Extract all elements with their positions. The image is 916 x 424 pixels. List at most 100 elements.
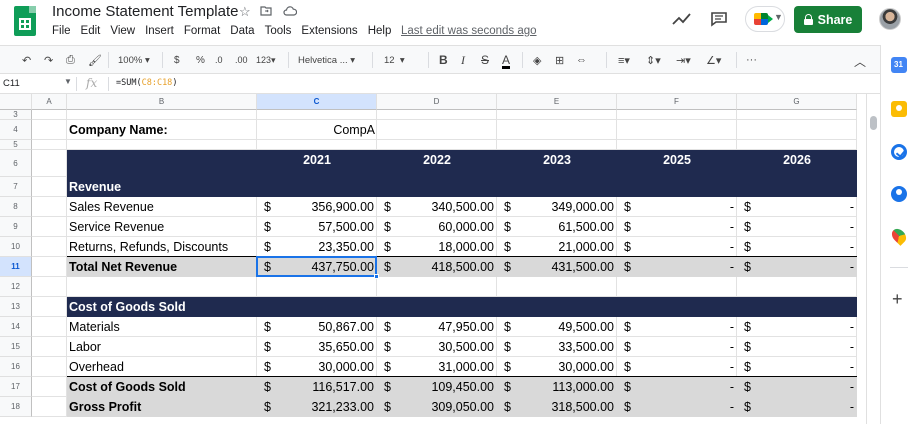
selected-cell[interactable]	[256, 256, 377, 277]
grid-cell[interactable]	[32, 177, 67, 197]
bold-button[interactable]: B	[439, 53, 448, 67]
grid-cell[interactable]	[32, 150, 67, 177]
text-wrap-icon[interactable]: ⇥▾	[676, 53, 691, 67]
grid-cell[interactable]	[497, 110, 617, 120]
grid-cell[interactable]	[377, 277, 497, 297]
fill-handle[interactable]	[374, 274, 379, 279]
grid-cell[interactable]	[32, 317, 67, 337]
calendar-icon[interactable]	[891, 57, 907, 73]
borders-icon[interactable]: ⊞	[555, 53, 564, 67]
grid-cell[interactable]	[377, 120, 497, 140]
grid-cell[interactable]	[257, 140, 377, 150]
grid-cell[interactable]	[32, 217, 67, 237]
row-header-18[interactable]: 18	[0, 397, 32, 417]
grid-cell[interactable]	[737, 120, 857, 140]
row-header-7[interactable]: 7	[0, 177, 32, 197]
grid-cell[interactable]	[497, 120, 617, 140]
menu-extensions[interactable]: Extensions	[301, 25, 357, 37]
grid-cell[interactable]	[32, 277, 67, 297]
menu-tools[interactable]: Tools	[265, 25, 292, 37]
row-header-14[interactable]: 14	[0, 317, 32, 337]
row-header-10[interactable]: 10	[0, 237, 32, 257]
row-header-12[interactable]: 12	[0, 277, 32, 297]
italic-button[interactable]: I	[461, 53, 465, 67]
column-header-g[interactable]: G	[737, 94, 857, 110]
formula-input[interactable]: =SUM(C8:C18)	[116, 78, 177, 88]
grid-cell[interactable]	[67, 110, 257, 120]
meet-button[interactable]: ▼	[745, 6, 785, 32]
currency-format-button[interactable]: $	[174, 53, 180, 67]
keep-icon[interactable]	[891, 101, 907, 117]
menu-format[interactable]: Format	[184, 25, 220, 37]
text-rotation-icon[interactable]: ∠▾	[706, 53, 721, 67]
name-box[interactable]: C11	[3, 78, 20, 89]
column-header-e[interactable]: E	[497, 94, 617, 110]
grid-cell[interactable]	[377, 110, 497, 120]
font-family-select[interactable]: Helvetica ... ▾	[298, 53, 355, 67]
vertical-scrollbar[interactable]	[866, 94, 880, 424]
more-formats-button[interactable]: 123 ▾	[256, 53, 276, 67]
row-header-5[interactable]: 5	[0, 140, 32, 150]
row-header-16[interactable]: 16	[0, 357, 32, 377]
row-header-13[interactable]: 13	[0, 297, 32, 317]
row-header-9[interactable]: 9	[0, 217, 32, 237]
grid-cell[interactable]	[32, 377, 67, 397]
column-header-b[interactable]: B	[67, 94, 257, 110]
grid-cell[interactable]	[617, 120, 737, 140]
grid-cell[interactable]	[617, 110, 737, 120]
grid-cell[interactable]	[737, 140, 857, 150]
row-header-8[interactable]: 8	[0, 197, 32, 217]
tasks-icon[interactable]	[891, 144, 907, 160]
column-header-c[interactable]: C	[257, 94, 377, 110]
text-color-button[interactable]: A	[502, 53, 511, 69]
decrease-decimal-button[interactable]: .0	[215, 53, 223, 67]
grid-cell[interactable]	[377, 140, 497, 150]
print-icon[interactable]: ⎙	[66, 53, 75, 67]
font-size-select[interactable]: 12 ▾	[384, 53, 405, 67]
undo-icon[interactable]: ↶	[22, 53, 31, 67]
sheets-logo-icon[interactable]	[14, 6, 36, 36]
select-all-corner[interactable]	[0, 94, 32, 110]
grid-cell[interactable]	[32, 337, 67, 357]
menu-view[interactable]: View	[110, 25, 135, 37]
grid-cell[interactable]	[32, 257, 67, 277]
document-title[interactable]: Income Statement Template	[52, 3, 239, 20]
grid-cell[interactable]	[32, 357, 67, 377]
grid-cell[interactable]	[257, 110, 377, 120]
grid-cell[interactable]	[737, 110, 857, 120]
grid-cell[interactable]	[32, 397, 67, 417]
increase-decimal-button[interactable]: .00	[235, 53, 248, 67]
menu-data[interactable]: Data	[230, 25, 254, 37]
grid-cell[interactable]	[32, 297, 67, 317]
strikethrough-button[interactable]: S	[481, 53, 489, 67]
maps-icon[interactable]	[889, 226, 909, 246]
percent-format-button[interactable]: %	[196, 53, 205, 67]
chevron-up-icon[interactable]: ︿	[854, 53, 866, 70]
grid-cell[interactable]	[257, 277, 377, 297]
grid-cell[interactable]	[32, 237, 67, 257]
add-addon-icon[interactable]: +	[892, 290, 903, 308]
fill-color-icon[interactable]: ◈	[533, 53, 541, 67]
column-header-f[interactable]: F	[617, 94, 737, 110]
row-header-11[interactable]: 11	[0, 257, 32, 277]
paint-format-icon[interactable]: 🖌	[88, 53, 102, 67]
star-icon[interactable]: ☆	[239, 4, 251, 20]
grid-cell[interactable]	[32, 140, 67, 150]
vertical-align-icon[interactable]: ⇕▾	[646, 53, 661, 67]
cloud-status-icon[interactable]	[283, 4, 298, 19]
menu-help[interactable]: Help	[368, 25, 392, 37]
horizontal-align-icon[interactable]: ≡▾	[618, 53, 630, 67]
chevron-down-icon[interactable]: ▼	[64, 77, 72, 86]
avatar[interactable]	[879, 8, 901, 30]
folder-move-icon[interactable]	[260, 4, 272, 19]
row-header-3[interactable]: 3	[0, 110, 32, 120]
column-header-a[interactable]: A	[32, 94, 67, 110]
contacts-icon[interactable]	[891, 186, 907, 202]
zoom-select[interactable]: 100% ▾	[118, 53, 150, 67]
sheet-grid[interactable]: A B C D E F G 3 4 5 6 7 8 9 10 11 12 13 14 15 16 17 18 Company …	[0, 94, 866, 424]
comment-icon[interactable]	[710, 11, 728, 27]
menu-insert[interactable]: Insert	[145, 25, 174, 37]
grid-cell[interactable]	[617, 140, 737, 150]
merge-cells-icon[interactable]: ⇔	[576, 53, 587, 67]
row-header-6[interactable]: 6	[0, 150, 32, 177]
